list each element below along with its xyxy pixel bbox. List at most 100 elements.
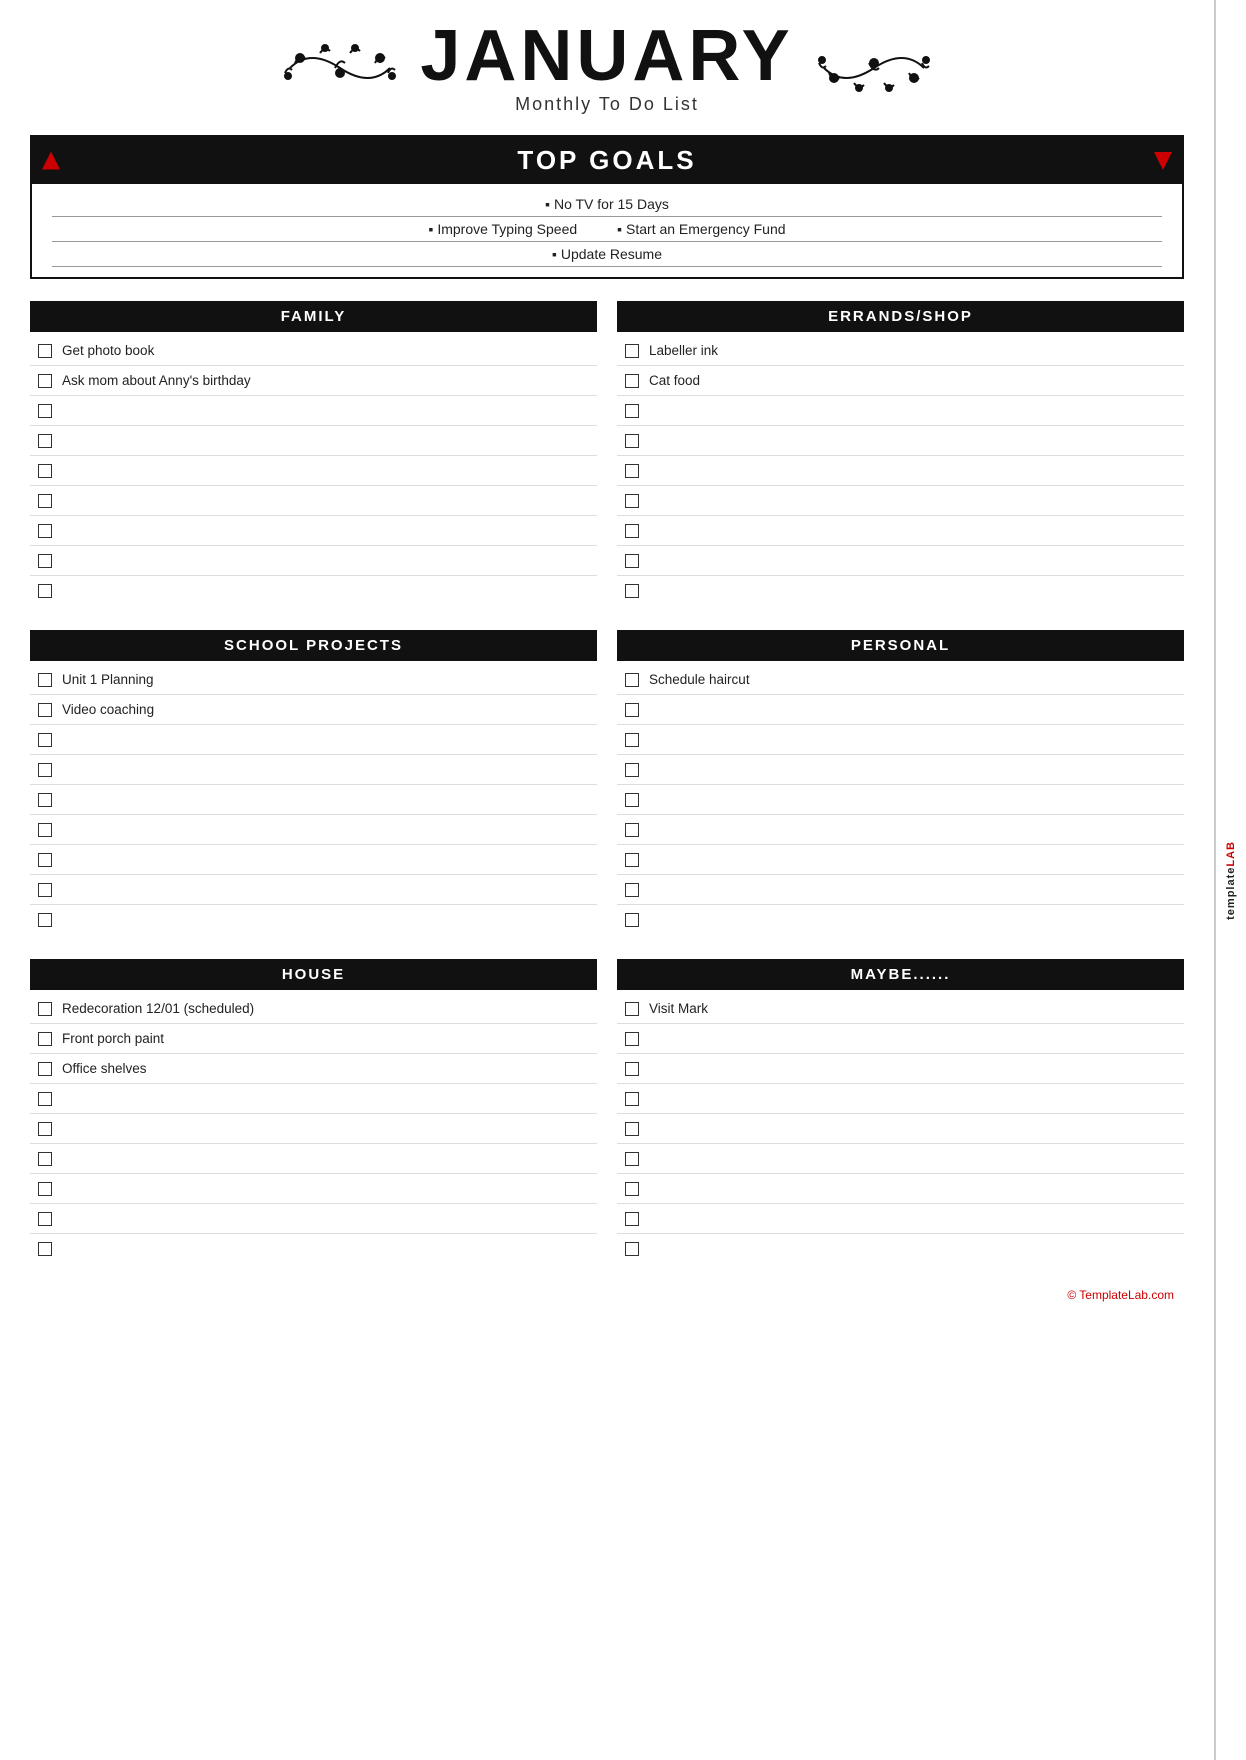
school-checklist: Unit 1 Planning Video coaching <box>30 661 597 939</box>
side-tab: templateLAB <box>1214 0 1246 1760</box>
checkbox[interactable] <box>625 763 639 777</box>
checkbox[interactable] <box>625 1152 639 1166</box>
list-item: Front porch paint <box>30 1024 597 1054</box>
list-item <box>617 486 1184 516</box>
checkbox[interactable] <box>625 344 639 358</box>
checkbox[interactable] <box>625 823 639 837</box>
checkbox[interactable] <box>38 883 52 897</box>
personal-header: PERSONAL <box>617 630 1184 661</box>
list-item <box>30 426 597 456</box>
checkbox[interactable] <box>38 524 52 538</box>
checkbox[interactable] <box>625 584 639 598</box>
list-item <box>30 516 597 546</box>
checkbox[interactable] <box>625 793 639 807</box>
checkbox[interactable] <box>625 883 639 897</box>
list-item <box>617 1144 1184 1174</box>
list-item <box>617 456 1184 486</box>
list-item <box>30 785 597 815</box>
checkbox[interactable] <box>625 703 639 717</box>
list-item <box>617 516 1184 546</box>
errands-checklist: Labeller ink Cat food <box>617 332 1184 610</box>
checkbox[interactable] <box>625 404 639 418</box>
checkbox[interactable] <box>625 673 639 687</box>
checkbox[interactable] <box>38 823 52 837</box>
checkbox[interactable] <box>38 853 52 867</box>
checkbox[interactable] <box>38 1182 52 1196</box>
list-item: Unit 1 Planning <box>30 665 597 695</box>
maybe-checklist: Visit Mark <box>617 990 1184 1268</box>
list-item <box>617 396 1184 426</box>
check-label: Ask mom about Anny's birthday <box>62 373 251 388</box>
checkbox[interactable] <box>38 494 52 508</box>
checkbox[interactable] <box>625 1062 639 1076</box>
checkbox[interactable] <box>625 1122 639 1136</box>
goal-2: Improve Typing Speed <box>428 221 577 237</box>
list-item <box>617 785 1184 815</box>
checkbox[interactable] <box>38 344 52 358</box>
checkbox[interactable] <box>625 1002 639 1016</box>
checkbox[interactable] <box>625 913 639 927</box>
checkbox[interactable] <box>38 1032 52 1046</box>
check-label: Video coaching <box>62 702 154 717</box>
checkbox[interactable] <box>625 1212 639 1226</box>
checkbox[interactable] <box>38 464 52 478</box>
checkbox[interactable] <box>625 554 639 568</box>
check-label: Cat food <box>649 373 700 388</box>
list-item <box>30 755 597 785</box>
list-item <box>30 1114 597 1144</box>
checkbox[interactable] <box>625 374 639 388</box>
list-item <box>30 1204 597 1234</box>
row-school-personal: SCHOOL PROJECTS Unit 1 Planning Video co… <box>30 630 1184 939</box>
checkbox[interactable] <box>38 374 52 388</box>
checkbox[interactable] <box>38 913 52 927</box>
checkbox[interactable] <box>38 763 52 777</box>
checkbox[interactable] <box>38 1002 52 1016</box>
checkbox[interactable] <box>625 733 639 747</box>
checkbox[interactable] <box>38 703 52 717</box>
checkbox[interactable] <box>38 1092 52 1106</box>
checkbox[interactable] <box>625 1242 639 1256</box>
personal-checklist: Schedule haircut <box>617 661 1184 939</box>
list-item <box>30 396 597 426</box>
checkbox[interactable] <box>625 1182 639 1196</box>
checkbox[interactable] <box>625 434 639 448</box>
checkbox[interactable] <box>38 673 52 687</box>
goals-row-1: No TV for 15 Days <box>52 192 1162 217</box>
checkbox[interactable] <box>625 853 639 867</box>
checkbox[interactable] <box>38 1212 52 1226</box>
check-label: Visit Mark <box>649 1001 708 1016</box>
list-item <box>617 1054 1184 1084</box>
checkbox[interactable] <box>38 554 52 568</box>
list-item: Visit Mark <box>617 994 1184 1024</box>
checkbox[interactable] <box>38 1122 52 1136</box>
footer-text: © TemplateLab.com <box>1067 1288 1174 1302</box>
checkbox[interactable] <box>38 733 52 747</box>
checkbox[interactable] <box>38 434 52 448</box>
house-section: HOUSE Redecoration 12/01 (scheduled) Fro… <box>30 959 597 1268</box>
checkbox[interactable] <box>625 1032 639 1046</box>
right-decoration-icon <box>814 38 934 98</box>
school-section: SCHOOL PROJECTS Unit 1 Planning Video co… <box>30 630 597 939</box>
checkbox[interactable] <box>38 584 52 598</box>
checkbox[interactable] <box>625 464 639 478</box>
list-item: Get photo book <box>30 336 597 366</box>
goals-row-3: Update Resume <box>52 242 1162 267</box>
checkbox[interactable] <box>38 1062 52 1076</box>
checkbox[interactable] <box>38 1152 52 1166</box>
side-tab-prefix: template <box>1225 866 1237 919</box>
check-label: Office shelves <box>62 1061 147 1076</box>
check-label: Labeller ink <box>649 343 718 358</box>
checkbox[interactable] <box>38 793 52 807</box>
check-label: Schedule haircut <box>649 672 750 687</box>
checkbox[interactable] <box>625 524 639 538</box>
checkbox[interactable] <box>625 1092 639 1106</box>
top-goals-section: TOP GOALS No TV for 15 Days Improve Typi… <box>30 135 1184 279</box>
list-item <box>617 1234 1184 1264</box>
list-item <box>30 1174 597 1204</box>
checkbox[interactable] <box>625 494 639 508</box>
footer: © TemplateLab.com <box>30 1288 1184 1302</box>
list-item <box>617 1114 1184 1144</box>
checkbox[interactable] <box>38 1242 52 1256</box>
list-item <box>617 1084 1184 1114</box>
checkbox[interactable] <box>38 404 52 418</box>
